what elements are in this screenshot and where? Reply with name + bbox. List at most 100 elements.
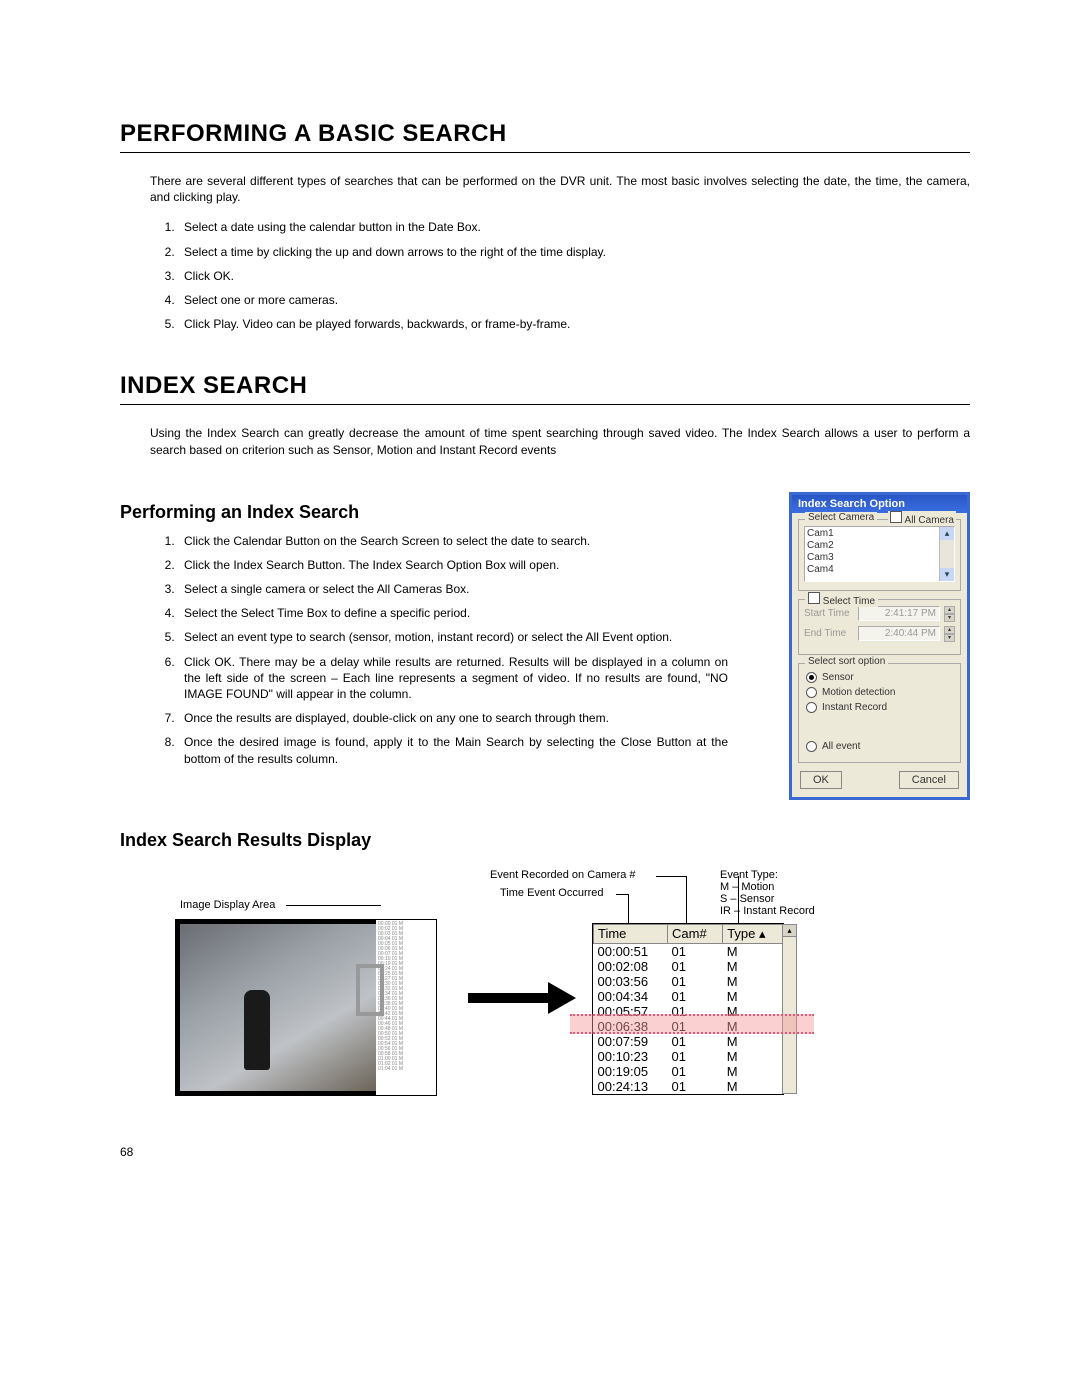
end-time-label: End Time [804,628,854,639]
cell-cam: 01 [668,1064,723,1079]
arrow-icon [468,985,578,1011]
select-camera-label: Select Camera [805,512,877,523]
list-item[interactable]: Cam3 [807,552,952,564]
anno-event-type: Event Type: M – Motion S – Sensor IR – I… [720,869,870,917]
col-type[interactable]: Type ▴ [723,924,783,943]
step: Select a single camera or select the All… [178,581,728,597]
end-time-field[interactable]: 2:40:44 PM [858,626,940,641]
anno-image-display: Image Display Area [180,899,275,911]
col-cam[interactable]: Cam# [668,924,723,943]
heading-results-display: Index Search Results Display [120,830,970,851]
scrollbar[interactable]: ▴ [782,924,797,1094]
intro-index-search: Using the Index Search can greatly decre… [150,425,970,457]
cell-time: 00:24:13 [594,1079,668,1094]
time-spinner[interactable]: ▴▾ [944,626,955,642]
cell-time: 00:03:56 [594,974,668,989]
table-row[interactable]: 00:05:5701M [594,1004,783,1019]
select-time-checkbox[interactable]: Select Time [805,592,878,607]
cell-time: 00:04:34 [594,989,668,1004]
anno-event-camera: Event Recorded on Camera # [490,869,636,881]
cell-time: 00:06:38 [594,1019,668,1034]
cell-time: 00:05:57 [594,1004,668,1019]
cell-time: 00:07:59 [594,1034,668,1049]
start-time-label: Start Time [804,608,854,619]
cancel-button[interactable]: Cancel [899,771,959,789]
table-row[interactable]: 00:00:5101M [594,943,783,959]
step: Select a time by clicking the up and dow… [178,244,970,260]
table-row[interactable]: 00:19:0501M [594,1064,783,1079]
cell-cam: 01 [668,1019,723,1034]
cell-type: M [723,974,783,989]
col-time[interactable]: Time [594,924,668,943]
cell-cam: 01 [668,959,723,974]
cell-type: M [723,1049,783,1064]
sort-option-label: Select sort option [805,656,888,667]
list-item[interactable]: Cam2 [807,540,952,552]
step: Click Play. Video can be played forwards… [178,316,970,332]
index-search-option-dialog: Index Search Option Select Camera All Ca… [789,492,970,800]
cell-cam: 01 [668,989,723,1004]
table-row[interactable]: 00:03:5601M [594,974,783,989]
table-row[interactable]: 00:07:5901M [594,1034,783,1049]
sort-arrow-icon[interactable]: ▴ [759,926,766,941]
cell-type: M [723,1079,783,1094]
table-row[interactable]: 00:04:3401M [594,989,783,1004]
step: Select a date using the calendar button … [178,219,970,235]
all-camera-checkbox[interactable]: All Camera [888,511,956,526]
cell-cam: 01 [668,943,723,959]
table-row[interactable]: 00:02:0801M [594,959,783,974]
ok-button[interactable]: OK [800,771,842,789]
intro-basic-search: There are several different types of sea… [150,173,970,205]
thumbnail-event-strip: 00:00 01 M00:02 01 M00:03 01 M00:04 01 M… [376,920,436,1095]
results-figure: Image Display Area Event Recorded on Cam… [120,869,970,1129]
heading-performing-index: Performing an Index Search [120,502,769,523]
step: Select one or more cameras. [178,292,970,308]
cell-type: M [723,1019,783,1034]
cell-cam: 01 [668,974,723,989]
camera-listbox[interactable]: Cam1 Cam2 Cam3 Cam4 ▴ ▾ [804,526,955,582]
steps-performing-index: Click the Calendar Button on the Search … [150,533,728,767]
cell-cam: 01 [668,1004,723,1019]
radio-motion[interactable]: Motion detection [804,685,955,700]
step: Once the desired image is found, apply i… [178,734,728,766]
step: Click the Calendar Button on the Search … [178,533,728,549]
page-number: 68 [120,1145,133,1159]
table-row[interactable]: 00:24:1301M [594,1079,783,1094]
time-spinner[interactable]: ▴▾ [944,606,955,622]
document-page: PERFORMING A BASIC SEARCH There are seve… [0,0,1080,1189]
cell-cam: 01 [668,1079,723,1094]
scrollbar[interactable]: ▴ ▾ [939,527,954,581]
scroll-up-icon[interactable]: ▴ [940,527,954,540]
cell-type: M [723,989,783,1004]
radio-instant-record[interactable]: Instant Record [804,700,955,715]
cell-cam: 01 [668,1049,723,1064]
step: Click the Index Search Button. The Index… [178,557,728,573]
radio-all-event[interactable]: All event [804,739,955,754]
list-item[interactable]: Cam4 [807,564,952,576]
anno-time-occurred: Time Event Occurred [500,887,604,899]
cell-type: M [723,1064,783,1079]
list-item[interactable]: Cam1 [807,528,952,540]
cell-type: M [723,959,783,974]
cell-time: 00:00:51 [594,943,668,959]
step: Click OK. [178,268,970,284]
radio-sensor[interactable]: Sensor [804,670,955,685]
cell-time: 00:02:08 [594,959,668,974]
heading-basic-search: PERFORMING A BASIC SEARCH [120,120,970,153]
cell-type: M [723,1004,783,1019]
cell-time: 00:10:23 [594,1049,668,1064]
heading-index-search: INDEX SEARCH [120,372,970,405]
start-time-field[interactable]: 2:41:17 PM [858,606,940,621]
cell-type: M [723,943,783,959]
step: Once the results are displayed, double-c… [178,710,728,726]
cell-type: M [723,1034,783,1049]
step: Select an event type to search (sensor, … [178,629,728,645]
results-table: Time Cam# Type ▴ 00:00:5101M00:02:0801M0… [592,923,784,1095]
table-row[interactable]: 00:06:3801M [594,1019,783,1034]
cell-cam: 01 [668,1034,723,1049]
scroll-down-icon[interactable]: ▾ [940,568,954,581]
steps-basic-search: Select a date using the calendar button … [150,219,970,332]
cell-time: 00:19:05 [594,1064,668,1079]
step: Click OK. There may be a delay while res… [178,654,728,703]
table-row[interactable]: 00:10:2301M [594,1049,783,1064]
